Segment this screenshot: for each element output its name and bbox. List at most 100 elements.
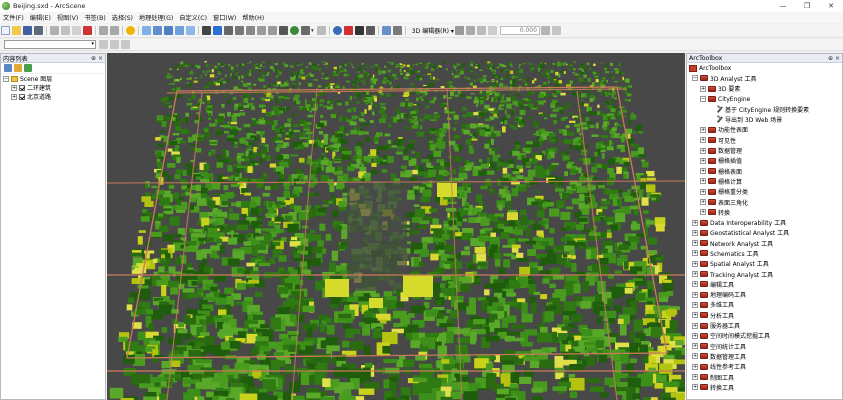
expand-icon[interactable]: +: [692, 353, 698, 360]
toolbox-item[interactable]: − CityEngine: [689, 94, 842, 104]
expand-icon[interactable]: +: [692, 322, 698, 329]
menu-help[interactable]: 帮助(H): [239, 13, 267, 22]
3d-effects-icon[interactable]: [381, 26, 391, 35]
expand-icon[interactable]: +: [692, 343, 698, 350]
layer-tool-icon[interactable]: [110, 40, 119, 49]
toolbox-item[interactable]: + Spatial Analyst 工具: [689, 259, 842, 269]
find-icon[interactable]: [354, 26, 364, 35]
toolbox-item[interactable]: + Schematics 工具: [689, 248, 842, 258]
expand-icon[interactable]: +: [692, 301, 698, 308]
chevron-down-icon[interactable]: ▾: [311, 28, 314, 34]
toolbox-item[interactable]: + 制图工具: [689, 372, 842, 382]
toolbox-item[interactable]: + 地理编码工具: [689, 290, 842, 300]
clear-selection-icon[interactable]: [316, 26, 326, 35]
print-icon[interactable]: [34, 26, 43, 35]
scene-properties-icon[interactable]: [142, 26, 151, 35]
select-features-icon[interactable]: [301, 26, 310, 35]
toolbox-item[interactable]: +3D 要素: [689, 84, 842, 94]
expand-icon[interactable]: +: [692, 312, 698, 319]
toolbox-item[interactable]: −3D Analyst 工具: [689, 73, 842, 83]
toolbox-root[interactable]: ArcToolbox: [689, 63, 842, 73]
layer-tool-icon[interactable]: [121, 40, 130, 49]
toolbox-panel-controls[interactable]: ⊕ ×: [828, 55, 840, 62]
close-button[interactable]: ✕: [819, 0, 843, 12]
save-icon[interactable]: [23, 26, 32, 35]
toolbox-item[interactable]: + 栅格重分类: [689, 187, 842, 197]
expand-icon[interactable]: +: [692, 240, 698, 247]
toolbox-item[interactable]: + 可见性: [689, 135, 842, 145]
toolbox-window-icon[interactable]: [164, 26, 173, 35]
menu-geoprocessing[interactable]: 地理处理(G): [136, 13, 176, 22]
measure-icon[interactable]: [365, 26, 375, 35]
expand-icon[interactable]: +: [700, 168, 706, 175]
toolbox-item[interactable]: + Geostatistical Analyst 工具: [689, 228, 842, 238]
zoom-to-target-icon[interactable]: [235, 26, 244, 35]
toc-panel-controls[interactable]: ⊕ ×: [91, 55, 103, 62]
attributes-icon[interactable]: [540, 26, 550, 35]
toolbox-item[interactable]: + 线性参考工具: [689, 362, 842, 372]
expand-icon[interactable]: +: [692, 363, 698, 370]
expand-icon[interactable]: +: [700, 85, 706, 92]
toolbox-item[interactable]: + 表面三角化: [689, 197, 842, 207]
toolbox-item[interactable]: + 数据管理: [689, 145, 842, 155]
set-observer-icon[interactable]: [246, 26, 255, 35]
toolbox-item[interactable]: + Network Analyst 工具: [689, 238, 842, 248]
3d-editor-menu[interactable]: 3D 编辑器(R) ▾: [412, 26, 454, 35]
menu-view[interactable]: 视图(V): [54, 13, 81, 22]
list-by-visibility-icon[interactable]: [24, 64, 32, 72]
rotate-tool-icon[interactable]: [476, 26, 486, 35]
expand-icon[interactable]: +: [692, 291, 698, 298]
toolbox-item[interactable]: + 空间时间模式挖掘工具: [689, 331, 842, 341]
navigate-icon[interactable]: [202, 26, 211, 35]
expand-icon[interactable]: +: [692, 281, 698, 288]
expand-icon[interactable]: +: [700, 147, 706, 154]
scene-view[interactable]: [107, 53, 685, 400]
sketch-tool-icon[interactable]: [465, 26, 475, 35]
toolbox-item[interactable]: + Tracking Analyst 工具: [689, 269, 842, 279]
undo-icon[interactable]: [99, 26, 108, 35]
toolbox-item[interactable]: + Data Interoperability 工具: [689, 217, 842, 227]
new-document-icon[interactable]: [1, 26, 10, 35]
paste-icon[interactable]: [72, 26, 81, 35]
expand-icon[interactable]: +: [692, 229, 698, 236]
toolbox-tool-item[interactable]: 基于 CityEngine 规则转换要素: [689, 104, 842, 114]
hyperlink-icon[interactable]: [343, 26, 353, 35]
toolbox-item[interactable]: + 栅格插值: [689, 156, 842, 166]
layer-item[interactable]: + 二环建筑: [3, 83, 105, 92]
toolbox-item[interactable]: + 转换工具: [689, 382, 842, 392]
expand-icon[interactable]: +: [700, 188, 706, 195]
search-window-icon[interactable]: [186, 26, 195, 35]
toc-window-icon[interactable]: [153, 26, 162, 35]
cut-icon[interactable]: [50, 26, 59, 35]
layer-tool-icon[interactable]: [99, 40, 108, 49]
toolbox-tool-item[interactable]: 导出到 3D Web 场景: [689, 114, 842, 124]
open-folder-icon[interactable]: [12, 26, 21, 35]
toolbox-item[interactable]: + 功能性表面: [689, 125, 842, 135]
toolbox-item[interactable]: + 空间统计工具: [689, 341, 842, 351]
expand-icon[interactable]: +: [692, 374, 698, 381]
expand-icon[interactable]: +: [700, 157, 706, 164]
move-tool-icon[interactable]: [487, 26, 497, 35]
expand-icon[interactable]: +: [11, 84, 17, 91]
redo-icon[interactable]: [110, 26, 119, 35]
pan-icon[interactable]: [279, 26, 288, 35]
toolbox-item[interactable]: + 多维工具: [689, 300, 842, 310]
layer-item[interactable]: + 北京道路: [3, 92, 105, 101]
maximize-button[interactable]: ❒: [795, 0, 819, 12]
full-extent-icon[interactable]: [290, 26, 299, 35]
expand-icon[interactable]: +: [700, 126, 706, 133]
layer-visibility-checkbox[interactable]: [19, 93, 25, 100]
toolbox-item[interactable]: + 分析工具: [689, 310, 842, 320]
edit-tool-icon[interactable]: [454, 26, 464, 35]
menu-customize[interactable]: 自定义(C): [176, 13, 210, 22]
toolbox-item[interactable]: + 编辑工具: [689, 279, 842, 289]
zoom-in-icon[interactable]: [257, 26, 266, 35]
expand-icon[interactable]: +: [692, 250, 698, 257]
toolbox-item[interactable]: + 服务器工具: [689, 320, 842, 330]
expand-icon[interactable]: +: [700, 137, 706, 144]
toolbox-item[interactable]: + 转换: [689, 207, 842, 217]
expand-icon[interactable]: +: [692, 332, 698, 339]
animation-icon[interactable]: [392, 26, 402, 35]
expand-icon[interactable]: +: [692, 384, 698, 391]
layer-visibility-checkbox[interactable]: [19, 84, 25, 91]
